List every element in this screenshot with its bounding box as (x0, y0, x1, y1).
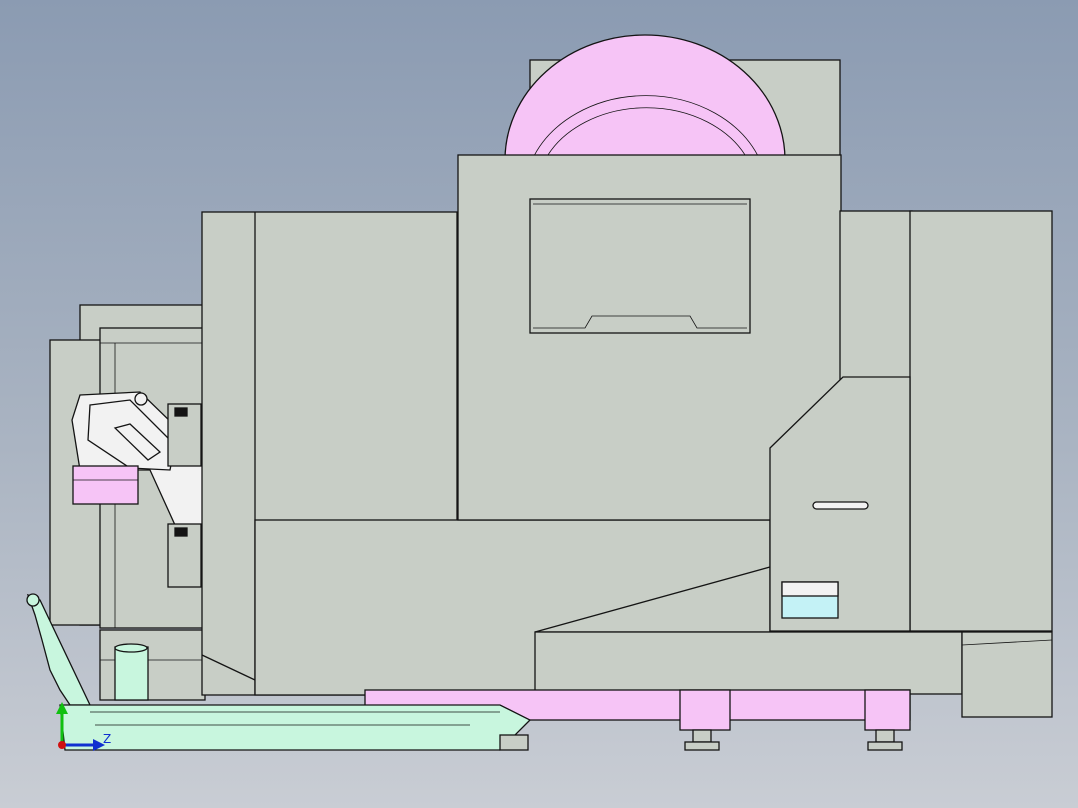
axis-x-origin-icon (58, 741, 66, 749)
axis-z-label: Z (103, 732, 111, 746)
cad-viewport[interactable]: Z (0, 0, 1078, 808)
machine-drawing: Z (26, 34, 1053, 751)
